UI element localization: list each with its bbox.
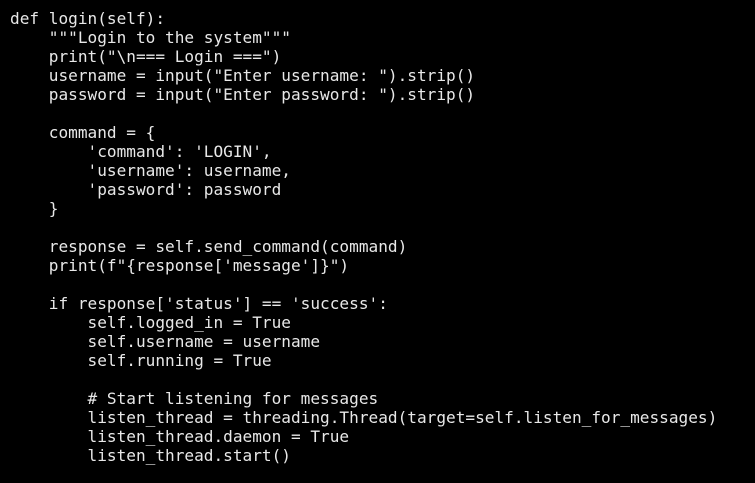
code-line-5: password = input("Enter password: ").str… (10, 85, 476, 104)
code-line-7: command = { (10, 123, 156, 142)
code-line-17: self.logged_in = True (10, 313, 292, 332)
code-line-3: print("\n=== Login ===") (10, 47, 282, 66)
code-line-21: # Start listening for messages (10, 389, 379, 408)
code-line-22: listen_thread = threading.Thread(target=… (10, 408, 718, 427)
code-line-10: 'password': password (10, 180, 282, 199)
code-line-13: response = self.send_command(command) (10, 237, 408, 256)
code-line-9: 'username': username, (10, 161, 292, 180)
code-line-24: listen_thread.start() (10, 446, 292, 465)
code-line-19: self.running = True (10, 351, 272, 370)
code-line-1: def login(self): (10, 9, 166, 28)
code-line-2: """Login to the system""" (10, 28, 291, 47)
code-line-8: 'command': 'LOGIN', (10, 142, 272, 161)
code-line-11: } (10, 199, 59, 218)
code-line-23: listen_thread.daemon = True (10, 427, 350, 446)
code-line-16: if response['status'] == 'success': (10, 294, 388, 313)
code-line-14: print(f"{response['message']}") (10, 256, 350, 275)
code-line-18: self.username = username (10, 332, 321, 351)
code-editor: def login(self): """Login to the system"… (0, 0, 755, 483)
code-line-4: username = input("Enter username: ").str… (10, 66, 476, 85)
